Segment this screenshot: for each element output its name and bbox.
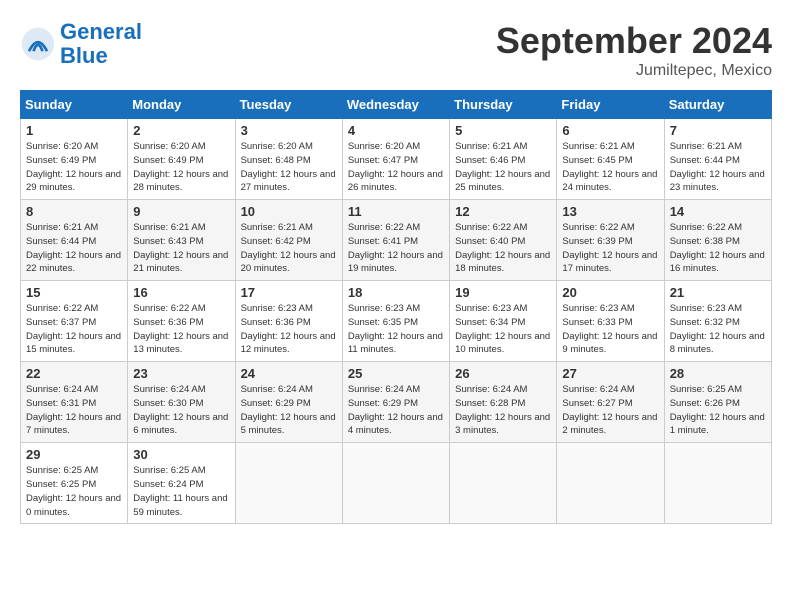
table-row: 9 Sunrise: 6:21 AM Sunset: 6:43 PM Dayli… xyxy=(128,200,235,281)
table-row: 7 Sunrise: 6:21 AM Sunset: 6:44 PM Dayli… xyxy=(664,119,771,200)
table-row: 6 Sunrise: 6:21 AM Sunset: 6:45 PM Dayli… xyxy=(557,119,664,200)
col-friday: Friday xyxy=(557,91,664,119)
table-row: 29 Sunrise: 6:25 AM Sunset: 6:25 PM Dayl… xyxy=(21,443,128,524)
table-row: 5 Sunrise: 6:21 AM Sunset: 6:46 PM Dayli… xyxy=(450,119,557,200)
table-row xyxy=(557,443,664,524)
col-wednesday: Wednesday xyxy=(342,91,449,119)
table-row: 25 Sunrise: 6:24 AM Sunset: 6:29 PM Dayl… xyxy=(342,362,449,443)
table-row: 24 Sunrise: 6:24 AM Sunset: 6:29 PM Dayl… xyxy=(235,362,342,443)
month-title: September 2024 xyxy=(496,20,772,62)
table-row: 20 Sunrise: 6:23 AM Sunset: 6:33 PM Dayl… xyxy=(557,281,664,362)
location: Jumiltepec, Mexico xyxy=(496,62,772,80)
table-row xyxy=(342,443,449,524)
table-row: 16 Sunrise: 6:22 AM Sunset: 6:36 PM Dayl… xyxy=(128,281,235,362)
table-row: 17 Sunrise: 6:23 AM Sunset: 6:36 PM Dayl… xyxy=(235,281,342,362)
table-row: 11 Sunrise: 6:22 AM Sunset: 6:41 PM Dayl… xyxy=(342,200,449,281)
calendar-header-row: Sunday Monday Tuesday Wednesday Thursday… xyxy=(21,91,772,119)
table-row: 15 Sunrise: 6:22 AM Sunset: 6:37 PM Dayl… xyxy=(21,281,128,362)
table-row: 19 Sunrise: 6:23 AM Sunset: 6:34 PM Dayl… xyxy=(450,281,557,362)
table-row: 4 Sunrise: 6:20 AM Sunset: 6:47 PM Dayli… xyxy=(342,119,449,200)
col-sunday: Sunday xyxy=(21,91,128,119)
col-thursday: Thursday xyxy=(450,91,557,119)
table-row xyxy=(235,443,342,524)
col-monday: Monday xyxy=(128,91,235,119)
logo-blue: Blue xyxy=(60,43,108,68)
table-row: 10 Sunrise: 6:21 AM Sunset: 6:42 PM Dayl… xyxy=(235,200,342,281)
table-row: 26 Sunrise: 6:24 AM Sunset: 6:28 PM Dayl… xyxy=(450,362,557,443)
calendar-week-row: 29 Sunrise: 6:25 AM Sunset: 6:25 PM Dayl… xyxy=(21,443,772,524)
table-row: 1 Sunrise: 6:20 AM Sunset: 6:49 PM Dayli… xyxy=(21,119,128,200)
table-row: 14 Sunrise: 6:22 AM Sunset: 6:38 PM Dayl… xyxy=(664,200,771,281)
table-row: 3 Sunrise: 6:20 AM Sunset: 6:48 PM Dayli… xyxy=(235,119,342,200)
calendar-week-row: 8 Sunrise: 6:21 AM Sunset: 6:44 PM Dayli… xyxy=(21,200,772,281)
calendar-week-row: 22 Sunrise: 6:24 AM Sunset: 6:31 PM Dayl… xyxy=(21,362,772,443)
table-row: 21 Sunrise: 6:23 AM Sunset: 6:32 PM Dayl… xyxy=(664,281,771,362)
title-block: September 2024 Jumiltepec, Mexico xyxy=(496,20,772,80)
calendar-week-row: 1 Sunrise: 6:20 AM Sunset: 6:49 PM Dayli… xyxy=(21,119,772,200)
logo: General Blue xyxy=(20,20,142,68)
table-row: 8 Sunrise: 6:21 AM Sunset: 6:44 PM Dayli… xyxy=(21,200,128,281)
table-row: 22 Sunrise: 6:24 AM Sunset: 6:31 PM Dayl… xyxy=(21,362,128,443)
logo-general: General xyxy=(60,19,142,44)
page-header: General Blue September 2024 Jumiltepec, … xyxy=(20,20,772,80)
col-tuesday: Tuesday xyxy=(235,91,342,119)
table-row: 28 Sunrise: 6:25 AM Sunset: 6:26 PM Dayl… xyxy=(664,362,771,443)
table-row: 30 Sunrise: 6:25 AM Sunset: 6:24 PM Dayl… xyxy=(128,443,235,524)
table-row: 18 Sunrise: 6:23 AM Sunset: 6:35 PM Dayl… xyxy=(342,281,449,362)
table-row xyxy=(450,443,557,524)
table-row: 12 Sunrise: 6:22 AM Sunset: 6:40 PM Dayl… xyxy=(450,200,557,281)
table-row: 2 Sunrise: 6:20 AM Sunset: 6:49 PM Dayli… xyxy=(128,119,235,200)
logo-icon xyxy=(20,26,56,62)
calendar-table: Sunday Monday Tuesday Wednesday Thursday… xyxy=(20,90,772,524)
col-saturday: Saturday xyxy=(664,91,771,119)
table-row: 23 Sunrise: 6:24 AM Sunset: 6:30 PM Dayl… xyxy=(128,362,235,443)
table-row xyxy=(664,443,771,524)
calendar-week-row: 15 Sunrise: 6:22 AM Sunset: 6:37 PM Dayl… xyxy=(21,281,772,362)
table-row: 13 Sunrise: 6:22 AM Sunset: 6:39 PM Dayl… xyxy=(557,200,664,281)
table-row: 27 Sunrise: 6:24 AM Sunset: 6:27 PM Dayl… xyxy=(557,362,664,443)
